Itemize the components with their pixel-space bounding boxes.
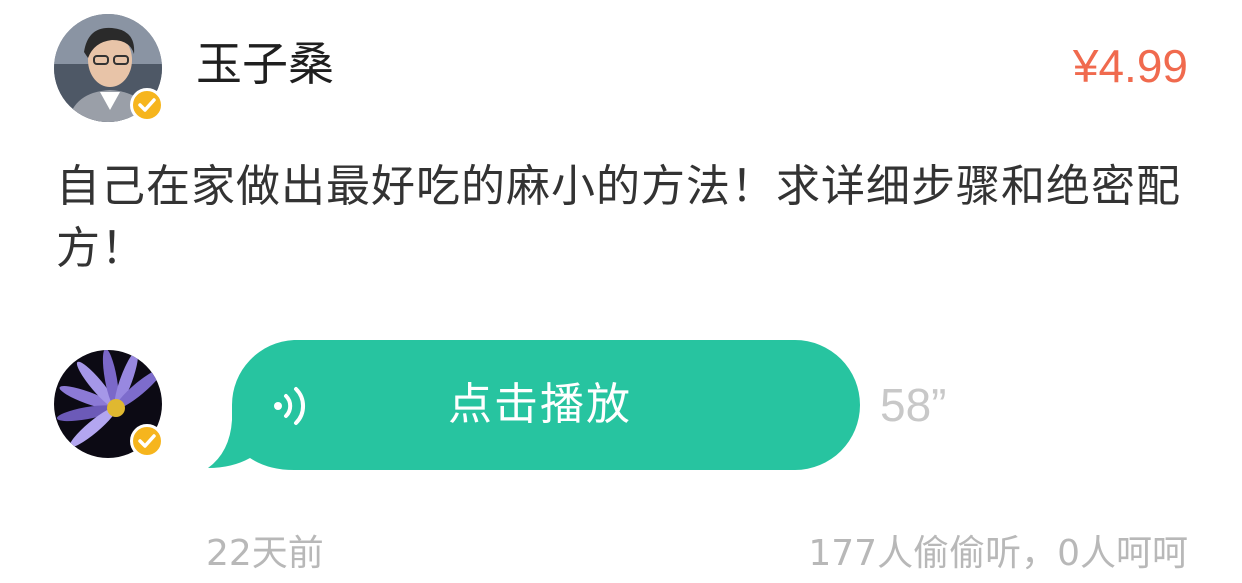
verified-badge-icon bbox=[130, 88, 164, 122]
verified-badge-icon bbox=[130, 424, 164, 458]
voice-duration: 58” bbox=[880, 379, 947, 431]
asker-name[interactable]: 玉子桑 bbox=[196, 34, 334, 94]
answer-time-ago: 22天前 bbox=[206, 533, 324, 574]
listen-stats: 177人偷偷听，0人呵呵 bbox=[808, 533, 1188, 574]
question-price: ¥4.99 bbox=[1072, 40, 1188, 92]
play-label: 点击播放 bbox=[448, 379, 632, 430]
question-text: 自己在家做出最好吃的麻小的方法！求详细步骤和绝密配方！ bbox=[56, 161, 1181, 274]
sound-wave-icon bbox=[274, 387, 306, 425]
voice-play-button[interactable]: 点击播放 bbox=[208, 340, 860, 470]
